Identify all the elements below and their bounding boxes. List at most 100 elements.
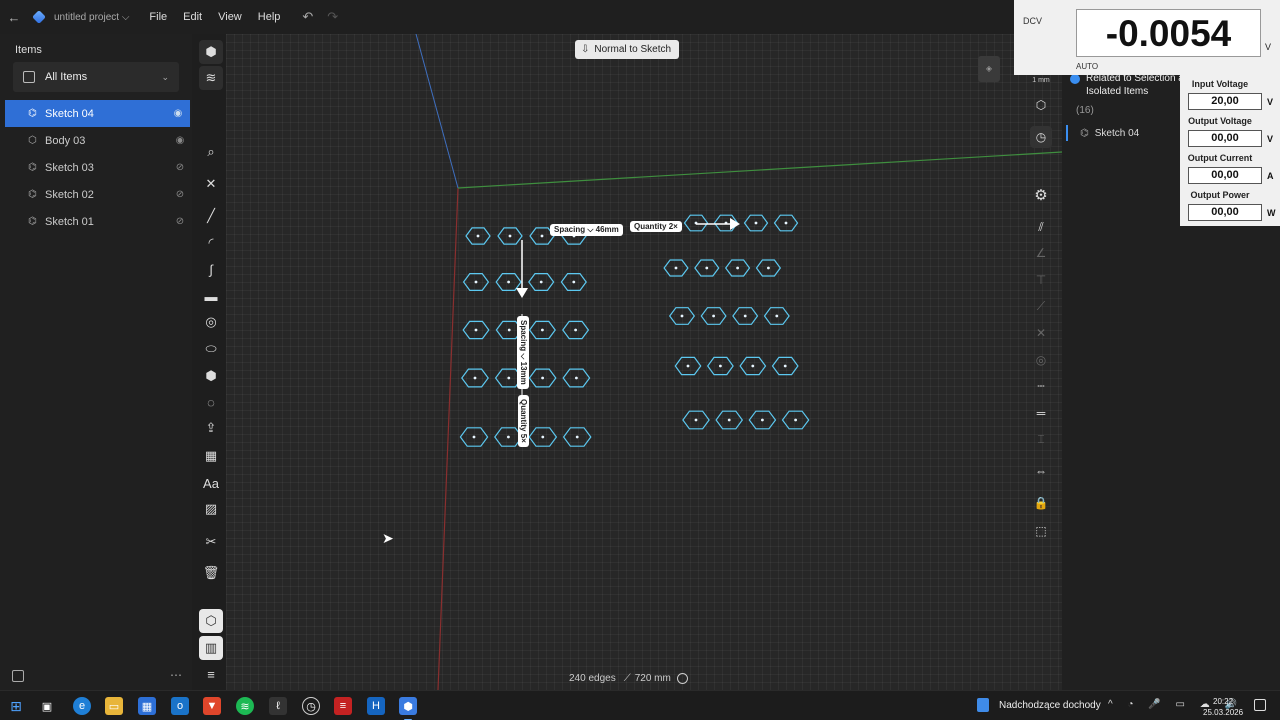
parallel-constraint-icon[interactable]: ⫽ [1030, 216, 1052, 238]
back-arrow-icon[interactable]: ← [0, 10, 28, 25]
h-spacing-pill[interactable]: Spacing ⌵ 46mm [550, 224, 623, 236]
extrude-mode-icon[interactable]: ⬡ [199, 609, 223, 633]
brave-browser-icon[interactable]: ▼ [203, 697, 221, 715]
normal-to-sketch-button[interactable]: ⇩ Normal to Sketch [575, 40, 680, 59]
visibility-hidden-icon[interactable]: ⊘ [168, 216, 192, 227]
input-voltage-field[interactable]: 20,00 [1188, 93, 1262, 110]
item-body-03[interactable]: ⬡ Body 03 ◉ [0, 127, 192, 154]
scene-cube-icon[interactable]: ⬢ [199, 40, 223, 64]
visibility-hidden-icon[interactable]: ⊘ [168, 162, 192, 173]
v-quantity-pill[interactable]: Quantity 5× [518, 395, 529, 447]
redo-icon[interactable]: ↷ [327, 9, 338, 25]
equal-constraint-icon[interactable]: ═ [1030, 402, 1052, 424]
view-cube[interactable]: ◈ [978, 56, 1000, 82]
visibility-hidden-icon[interactable]: ⊘ [168, 189, 192, 200]
undo-icon[interactable]: ↶ [302, 9, 313, 25]
taskbar-clock[interactable]: 20:22 25.03.2026 [1203, 696, 1243, 718]
task-view-icon[interactable]: ▣ [38, 697, 56, 715]
menu-view[interactable]: View [218, 11, 242, 23]
trash-icon[interactable]: 🗑 [199, 561, 223, 585]
item-sketch-02[interactable]: ⌬ Sketch 02 ⊘ [0, 181, 192, 208]
dcv-mode: AUTO [1076, 62, 1099, 71]
pattern-tool-icon[interactable]: ▦ [199, 444, 223, 468]
item-sketch-03[interactable]: ⌬ Sketch 03 ⊘ [0, 154, 192, 181]
perpendicular-constraint-icon[interactable]: ✕ [1030, 322, 1052, 344]
outlook-icon[interactable]: o [171, 697, 189, 715]
menu-file[interactable]: File [149, 11, 167, 23]
menu-edit[interactable]: Edit [183, 11, 202, 23]
toggle-dot-icon [1070, 74, 1080, 84]
gear-icon[interactable]: ⚙ [1030, 184, 1052, 206]
related-selection-toggle[interactable]: Related to Selection a Isolated Items [1070, 72, 1184, 98]
item-sketch-04[interactable]: ⌬ Sketch 04 ◉ [5, 100, 190, 127]
project-name-dropdown[interactable]: untitled project ⌵ [54, 12, 129, 23]
text-tool-icon[interactable]: Aa [199, 471, 223, 495]
close-icon[interactable]: ✕ [199, 172, 223, 196]
selection-box-icon[interactable]: ⬚ [1030, 520, 1052, 542]
3d-viewport[interactable]: ⇩ Normal to Sketch ◈ Spacing ⌵ 46mm Quan… [226, 34, 1062, 690]
hex-left-r2-3-center [574, 328, 577, 332]
cad-app-icon[interactable]: ⬢ [399, 697, 417, 720]
arc-tool-icon[interactable]: ◜ [199, 231, 223, 255]
constraint-tool-column: 1 mm ⬡ ◷ ⚙ ⫽ ∠ ⊤ ⟋ ✕ ◎ ┄ ═ ⌶ ⇔ 🔒 ⬚ [1026, 34, 1056, 690]
layers-stack-icon[interactable]: ≋ [199, 66, 223, 90]
file-explorer-icon[interactable]: ▭ [105, 697, 123, 715]
history-icon[interactable]: ◷ [1030, 126, 1052, 148]
output-voltage-field[interactable]: 00,00 [1188, 130, 1262, 147]
hex-right-r3-1-center [719, 364, 722, 368]
visibility-eye-icon[interactable]: ◉ [166, 108, 190, 119]
angle-constraint-icon[interactable]: ∠ [1030, 242, 1052, 264]
circle-tool-icon[interactable]: ◎ [199, 310, 223, 334]
app-aid-icon[interactable]: ℓ [269, 697, 287, 715]
info-circle-icon[interactable] [676, 673, 688, 684]
constraint-view-icon[interactable]: ⬡ [1030, 94, 1052, 116]
store-icon[interactable]: ▦ [138, 697, 156, 715]
horizontal-constraint-icon[interactable]: ⊤ [1030, 269, 1052, 291]
selected-sketch-item[interactable]: ⌬ Sketch 04 [1066, 125, 1186, 141]
power-supply-panel: Input Voltage 20,00 V Output Voltage 00,… [1180, 75, 1280, 226]
symmetric-constraint-icon[interactable]: ⌶ [1030, 428, 1052, 450]
project-tool-icon[interactable]: ⇪ [199, 416, 223, 440]
visibility-eye-icon[interactable]: ◉ [168, 135, 192, 146]
stack-mode-icon[interactable]: ≡ [199, 662, 223, 686]
h-quantity-pill[interactable]: Quantity 2× [630, 221, 682, 232]
search-icon[interactable]: ⌕ [199, 140, 223, 164]
image-tool-icon[interactable]: ▨ [199, 497, 223, 521]
panel-toggle-icon[interactable] [12, 670, 24, 682]
surface-mode-icon[interactable]: ▥ [199, 636, 223, 660]
more-options-icon[interactable]: ⋯ [170, 668, 182, 682]
link-icon[interactable]: ⇔ [1030, 460, 1052, 482]
v-spacing-pill[interactable]: Spacing ⌵ 13mm [517, 316, 529, 389]
output-current-field[interactable]: 00,00 [1188, 167, 1262, 184]
item-sketch-01[interactable]: ⌬ Sketch 01 ⊘ [0, 208, 192, 235]
z-axis-line [415, 34, 459, 189]
v-quantity-label: Quantity [519, 399, 528, 432]
windows-start-icon[interactable]: ⊞ [7, 697, 25, 715]
clock-app-icon[interactable]: ◷ [302, 697, 320, 715]
menu-help[interactable]: Help [258, 11, 281, 23]
rectangle-tool-icon[interactable]: ▬ [199, 284, 223, 308]
hex-left-r3-2-center [541, 376, 544, 380]
dcv-meter-window: DCV -0.0054 V AUTO [1014, 0, 1280, 75]
concentric-constraint-icon[interactable]: ◎ [1030, 349, 1052, 371]
chevron-down-icon: ⌄ [161, 71, 169, 82]
line-tool-icon[interactable]: ╱ [199, 204, 223, 228]
offset-tool-icon[interactable]: ◌ [199, 390, 223, 414]
ellipse-tool-icon[interactable]: ⬭ [199, 337, 223, 361]
output-power-unit: W [1267, 208, 1276, 218]
meter-app-icon[interactable]: ≡ [334, 697, 352, 715]
items-filter-dropdown[interactable]: All Items ⌄ [13, 62, 179, 92]
scissors-icon[interactable]: ✂ [199, 530, 223, 554]
coincident-constraint-icon[interactable]: ┄ [1030, 375, 1052, 397]
tangent-constraint-icon[interactable]: ⟋ [1030, 295, 1052, 317]
output-power-field[interactable]: 00,00 [1188, 204, 1262, 221]
spotify-icon[interactable]: ≋ [236, 697, 254, 715]
news-widget[interactable]: Nadchodzące dochody [977, 698, 1101, 712]
h-app-icon[interactable]: H [367, 697, 385, 715]
polygon-tool-icon[interactable]: ⬢ [199, 364, 223, 388]
lock-icon[interactable]: 🔒 [1030, 492, 1052, 514]
notification-icon[interactable] [1254, 699, 1266, 711]
hex-left-r0-1-center [508, 234, 512, 238]
edge-browser-icon[interactable]: e [73, 697, 91, 715]
spline-tool-icon[interactable]: ∫ [199, 257, 223, 281]
